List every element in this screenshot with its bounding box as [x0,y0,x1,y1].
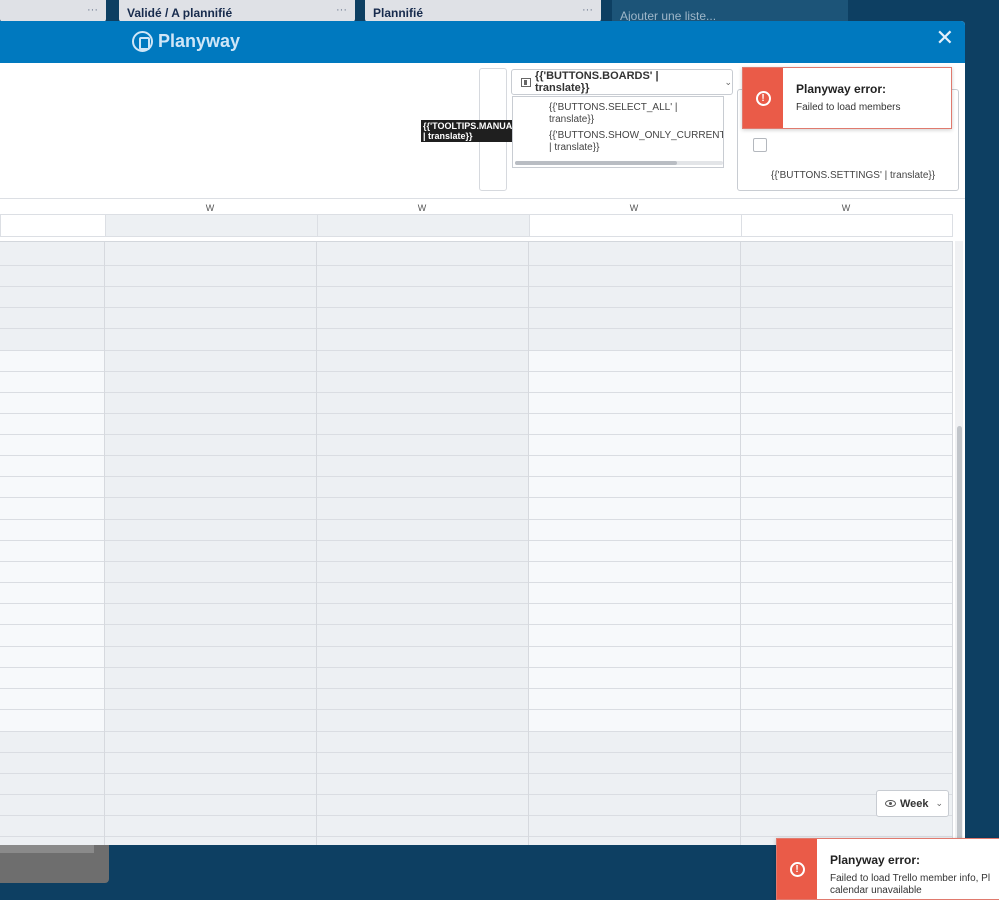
modal-header: Planyway ✕ [0,21,965,63]
list-title: Validé / A plannifié [127,6,233,20]
day-headers: W W W W [0,200,953,214]
vertical-scrollbar[interactable] [955,241,963,845]
view-switcher-button[interactable]: Week ⌄ [876,790,949,817]
alert-icon: ! [789,861,805,877]
brand: Planyway [132,31,240,52]
background-list-1: ··· [0,0,106,22]
select-all-option[interactable]: {{'BUTTONS.SELECT_ALL' | translate}} [549,102,719,126]
grid-line [0,752,953,753]
grid-line [0,265,953,266]
eye-icon [885,800,896,807]
grid-line [0,455,953,456]
all-day-cell[interactable] [317,215,529,236]
error-toast[interactable]: ! Planyway error: Failed to load Trello … [776,838,999,900]
day-header: W [205,203,215,213]
grid-line [0,286,953,287]
grid-line [0,603,953,604]
grid-line [0,688,953,689]
chevron-down-icon: ⌄ [724,76,732,87]
grid-line [0,624,953,625]
day-column-divider [952,242,953,845]
toast-title: Planyway error: [830,853,921,867]
background-card [0,845,109,883]
grid-line [0,709,953,710]
grid-line [0,434,953,435]
day-column-divider [316,242,317,845]
chevron-down-icon: ⌄ [935,798,944,808]
day-header: W [841,203,851,213]
day-column-divider [104,242,105,845]
background-list-3: Plannifié ··· [365,0,601,22]
board-icon [521,77,531,87]
day-header: W [417,203,427,213]
grid-line [0,731,953,732]
grid-line [0,476,953,477]
all-day-cell[interactable] [529,215,741,236]
list-menu-icon[interactable]: ··· [87,4,98,16]
grid-line [0,519,953,520]
grid-line [0,667,953,668]
day-column-divider [528,242,529,845]
grid-line [0,392,953,393]
day-header: W [629,203,639,213]
calendar-grid[interactable] [0,241,953,845]
grid-line [0,307,953,308]
boards-button-label: {{'BUTTONS.BOARDS' | translate}} [534,70,659,94]
grid-line [0,773,953,774]
settings-checkbox[interactable] [753,138,767,152]
all-day-cell[interactable] [105,215,317,236]
close-icon[interactable]: ✕ [936,27,954,49]
error-toast[interactable]: ! Planyway error: Failed to load members [742,67,952,129]
grid-line [0,497,953,498]
list-menu-icon[interactable]: ··· [582,4,593,16]
grid-shade [0,242,104,350]
boards-button[interactable]: {{'BUTTONS.BOARDS' | translate}} ⌄ [511,69,733,95]
grid-line [0,582,953,583]
grid-line [0,328,953,329]
toast-title: Planyway error: [796,82,887,96]
grid-shade [0,731,104,845]
boards-dropdown: {{'BUTTONS.SELECT_ALL' | translate}} {{'… [512,96,724,168]
toast-message: Failed to load members [796,102,901,113]
grid-line [0,413,953,414]
grid-line [0,350,953,351]
day-column-divider [740,242,741,845]
planyway-modal: Planyway ✕ {{'TOOLTIPS.MANUAL_RELOAD' | … [0,21,965,845]
grid-line [0,561,953,562]
toast-message: Failed to load Trello member info, Pl ca… [830,873,991,896]
grid-line [0,540,953,541]
planyway-logo-icon [132,31,153,52]
grid-line [0,794,953,795]
brand-name: Planyway [158,31,241,51]
grid-line [0,836,953,837]
grid-line [0,371,953,372]
all-day-cell[interactable] [741,215,953,236]
alert-icon: ! [755,90,771,106]
grid-line [0,815,953,816]
add-list-button[interactable]: Ajouter une liste... [612,0,848,23]
horizontal-scrollbar[interactable] [515,161,723,165]
list-title: Plannifié [373,6,424,20]
grid-line [0,646,953,647]
toast-icon-area: ! [777,839,817,899]
background-list-2: Validé / A plannifié ··· [119,0,355,22]
show-only-current-option[interactable]: {{'BUTTONS.SHOW_ONLY_CURRENT' | translat… [549,130,723,154]
view-label: Week [900,797,929,810]
all-day-row [0,214,953,237]
toast-icon-area: ! [743,68,783,128]
list-menu-icon[interactable]: ··· [336,4,347,16]
settings-button[interactable]: {{'BUTTONS.SETTINGS' | translate}} [771,170,935,181]
